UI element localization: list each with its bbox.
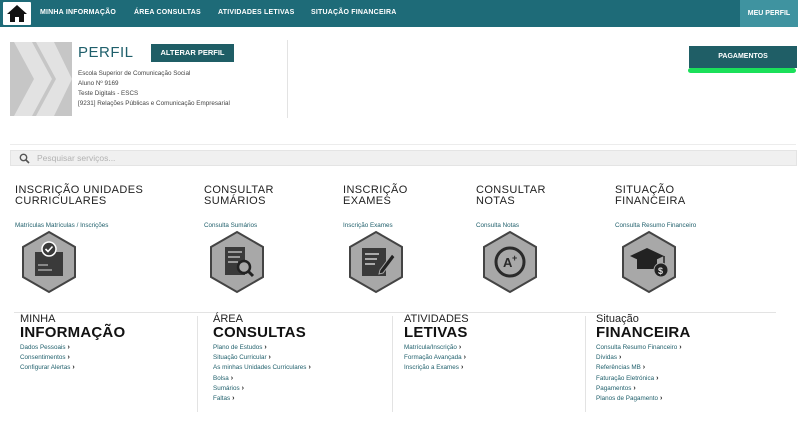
- link-faturacao-eletronica[interactable]: Faturação Eletrónica ›: [596, 374, 776, 384]
- tile-link-inscricao-exames[interactable]: Inscrição Exames: [343, 222, 393, 229]
- nav-situacao-financeira[interactable]: SITUAÇÃO FINANCEIRA: [311, 9, 396, 16]
- home-button[interactable]: [3, 2, 31, 25]
- link-situacao-curricular[interactable]: Situação Curricular ›: [213, 353, 388, 363]
- section-vdivider: [197, 316, 198, 412]
- tile-link-resumo-financeiro[interactable]: Consulta Resumo Financeiro: [615, 222, 696, 229]
- search-input[interactable]: [37, 151, 777, 165]
- avatar-chevron-icon: [14, 42, 72, 116]
- tile-link-matriculas[interactable]: Matrículas Matrículas / Inscrições: [15, 222, 108, 229]
- link-bolsa[interactable]: Bolsa ›: [213, 374, 388, 384]
- section-title: INFORMAÇÃO: [20, 324, 126, 341]
- avatar: [10, 42, 72, 116]
- search-icon: [19, 153, 30, 164]
- link-pagamentos[interactable]: Pagamentos ›: [596, 384, 776, 394]
- profile-student-number: Aluno Nº 9169: [78, 80, 119, 87]
- section-area-consultas: ÁREA CONSULTAS Plano de Estudos › Situaçã…: [213, 314, 388, 414]
- link-sumarios[interactable]: Sumários ›: [213, 384, 388, 394]
- pagamentos-highlight: [688, 68, 796, 73]
- document-search-icon[interactable]: [208, 230, 266, 294]
- tile-title-situacao-financeira: SITUAÇÃO FINANCEIRA: [615, 184, 686, 207]
- link-dividas[interactable]: Dívidas ›: [596, 353, 776, 363]
- divider: [10, 144, 796, 145]
- grades-icon[interactable]: A +: [481, 230, 539, 294]
- profile-course: [9231] Relações Públicas e Comunicação E…: [78, 100, 230, 107]
- tile-link-consulta-notas[interactable]: Consulta Notas: [476, 222, 519, 229]
- tile-title-consultar-notas: CONSULTAR NOTAS: [476, 184, 546, 207]
- link-configurar-alertas[interactable]: Configurar Alertas ›: [20, 363, 200, 373]
- profile-name: Teste Digitals - ESCS: [78, 90, 139, 97]
- page-title: PERFIL: [78, 44, 134, 61]
- enrollment-icon[interactable]: [20, 230, 78, 294]
- section-divider: [14, 312, 776, 313]
- section-vdivider: [392, 316, 393, 412]
- section-minha-informacao: MINHA INFORMAÇÃO Dados Pessoais › Consent…: [20, 314, 200, 414]
- svg-text:$: $: [658, 266, 663, 276]
- link-inscricao-exames[interactable]: Inscrição a Exames ›: [404, 363, 579, 373]
- link-consentimentos[interactable]: Consentimentos ›: [20, 353, 200, 363]
- section-atividades-letivas: ATIVIDADES LETIVAS Matrícula/Inscrição › …: [404, 314, 579, 414]
- profile-school: Escola Superior de Comunicação Social: [78, 70, 191, 77]
- pagamentos-button[interactable]: PAGAMENTOS: [689, 46, 797, 68]
- home-icon: [7, 5, 27, 22]
- exam-edit-icon[interactable]: [347, 230, 405, 294]
- link-planos-pagamento[interactable]: Planos de Pagamento ›: [596, 394, 776, 404]
- link-formacao-avancada[interactable]: Formação Avançada ›: [404, 353, 579, 363]
- tile-link-consulta-sumarios[interactable]: Consulta Sumários: [204, 222, 257, 229]
- link-matricula-inscricao[interactable]: Matrícula/Inscrição ›: [404, 343, 579, 353]
- link-resumo-financeiro[interactable]: Consulta Resumo Financeiro ›: [596, 343, 776, 353]
- link-faltas[interactable]: Faltas ›: [213, 394, 388, 404]
- link-plano-estudos[interactable]: Plano de Estudos ›: [213, 343, 388, 353]
- link-dados-pessoais[interactable]: Dados Pessoais ›: [20, 343, 200, 353]
- section-situacao-financeira: Situação FINANCEIRA Consulta Resumo Fina…: [596, 314, 776, 414]
- section-title: LETIVAS: [404, 324, 468, 341]
- link-referencias-mb[interactable]: Referências MB ›: [596, 363, 776, 373]
- tile-title-consultar-sumarios: CONSULTAR SUMÁRIOS: [204, 184, 274, 207]
- section-vdivider: [585, 316, 586, 412]
- graduation-money-icon[interactable]: $: [620, 230, 678, 294]
- tile-title-inscricao-ucs: INSCRIÇÃO UNIDADES CURRICULARES: [15, 184, 144, 207]
- section-title: CONSULTAS: [213, 324, 306, 341]
- profile-divider: [287, 40, 288, 118]
- search-bar: [10, 150, 797, 166]
- section-title: FINANCEIRA: [596, 324, 691, 341]
- tile-title-inscricao-exames: INSCRIÇÃO EXAMES: [343, 184, 408, 207]
- svg-text:+: +: [512, 253, 517, 263]
- nav-area-consultas[interactable]: ÁREA CONSULTAS: [134, 9, 201, 16]
- nav-minha-informacao[interactable]: MINHA INFORMAÇÃO: [40, 9, 116, 16]
- link-unidades-curriculares[interactable]: As minhas Unidades Curriculares ›: [213, 363, 388, 373]
- alterar-perfil-button[interactable]: ALTERAR PERFIL: [151, 44, 234, 62]
- top-nav: MINHA INFORMAÇÃO ÁREA CONSULTAS ATIVIDAD…: [0, 0, 798, 27]
- nav-atividades-letivas[interactable]: ATIVIDADES LETIVAS: [218, 9, 294, 16]
- meu-perfil-button[interactable]: MEU PERFIL: [740, 0, 798, 27]
